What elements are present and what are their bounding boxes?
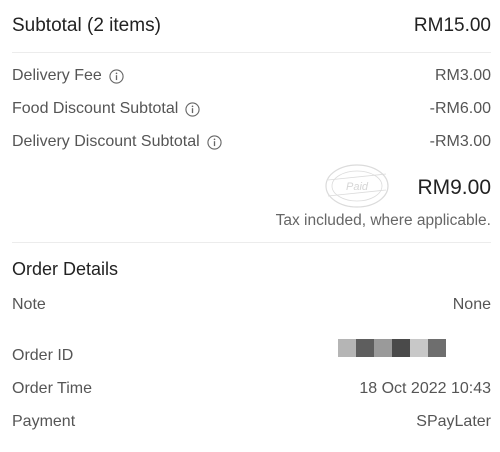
delivery-fee-value: RM3.00 (434, 67, 491, 84)
payment-value: SPayLater (416, 413, 491, 430)
order-time-value: 18 Oct 2022 10:43 (359, 380, 491, 397)
note-label: Note (12, 296, 46, 313)
subtotal-row: Subtotal (2 items) RM15.00 (12, 12, 491, 40)
order-details-title: Order Details (12, 259, 119, 279)
redaction-block (392, 339, 410, 357)
redaction-block (410, 339, 428, 357)
info-icon[interactable] (185, 101, 200, 117)
info-icon[interactable] (109, 68, 124, 84)
redaction-block (374, 339, 392, 357)
food-discount-value: -RM6.00 (429, 100, 491, 117)
food-discount-label: Food Discount Subtotal (12, 100, 179, 117)
redaction-block (428, 339, 446, 357)
order-time-label: Order Time (12, 380, 93, 397)
subtotal-label: Subtotal (2 items) (12, 15, 161, 36)
order-time-row: Order Time 18 Oct 2022 10:43 (12, 378, 491, 400)
subtotal-value: RM15.00 (413, 15, 491, 36)
food-discount-row: Food Discount Subtotal -RM6.00 (12, 98, 491, 120)
order-id-redacted (338, 339, 446, 357)
note-row: Note None (12, 294, 491, 316)
divider (12, 52, 491, 53)
tax-note: Tax included, where applicable. (275, 212, 491, 229)
payment-row: Payment SPayLater (12, 411, 491, 433)
stamp-text: Paid (346, 181, 369, 193)
paid-stamp: Paid (325, 164, 389, 208)
payment-label: Payment (12, 413, 76, 430)
order-id-label: Order ID (12, 347, 74, 364)
info-icon[interactable] (207, 134, 222, 150)
delivery-fee-row: Delivery Fee RM3.00 (12, 65, 491, 87)
redaction-block (338, 339, 356, 357)
delivery-discount-label: Delivery Discount Subtotal (12, 133, 200, 150)
divider (12, 242, 491, 243)
note-value: None (452, 296, 491, 313)
redaction-block (356, 339, 374, 357)
total-value: RM9.00 (417, 176, 491, 199)
delivery-fee-label: Delivery Fee (12, 67, 102, 84)
delivery-discount-row: Delivery Discount Subtotal -RM3.00 (12, 131, 491, 153)
delivery-discount-value: -RM3.00 (429, 133, 491, 150)
